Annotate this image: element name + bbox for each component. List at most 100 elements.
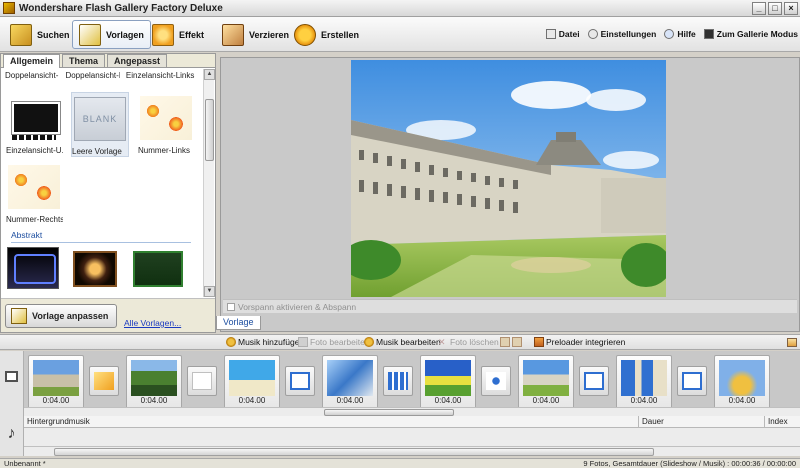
main-toolbar: Suchen Vorlagen Effekt Verzieren Erstell… [0, 17, 800, 52]
tab-angepasst[interactable]: Angepasst [107, 54, 168, 67]
column-hintergrundmusik[interactable]: Hintergrundmusik [27, 417, 90, 426]
music-scrollbar[interactable] [24, 446, 800, 456]
template-label: Einzelansicht-Links [125, 71, 195, 80]
music-track-header: Hintergrundmusik Dauer Index [24, 416, 800, 428]
nav-verzieren-button[interactable]: Verzieren [216, 20, 295, 49]
slide-image [425, 360, 471, 396]
minimize-button[interactable]: _ [752, 2, 766, 15]
transition-tile[interactable] [187, 366, 217, 396]
einstellungen-menu[interactable]: Einstellungen [587, 29, 657, 39]
slide-duration: 0:04.00 [140, 396, 168, 405]
slide-thumbnail[interactable]: 0:04.00 [714, 355, 770, 410]
close-button[interactable]: × [784, 2, 798, 15]
nav-verzieren-label: Verzieren [249, 29, 290, 40]
slide-thumbnail[interactable]: 0:04.00 [126, 355, 182, 410]
preloader-icon [534, 337, 544, 347]
transition-tile[interactable] [89, 366, 119, 396]
einstellungen-label: Einstellungen [600, 29, 657, 39]
edit-music-label: Musik bearbeiten [376, 337, 441, 347]
decorate-icon [222, 23, 244, 46]
window-controls: _ □ × [752, 2, 798, 15]
datei-menu[interactable]: Datei [545, 29, 580, 39]
template-edit-icon [11, 308, 27, 324]
template-thumbnail [140, 96, 192, 140]
music-add-icon [226, 337, 236, 347]
preview-panel: Vorspann aktivieren & Abspann [220, 57, 800, 332]
template-caption: Nummer-Links [138, 146, 191, 155]
slide-image [327, 360, 373, 396]
hilfe-menu[interactable]: Hilfe [664, 29, 696, 39]
nav-suchen-button[interactable]: Suchen [4, 20, 76, 49]
tab-vorlage[interactable]: Vorlage [216, 316, 261, 330]
template-item-leere-vorlage[interactable]: BLANK Leere Vorlage [71, 92, 129, 157]
slide-image [719, 360, 765, 396]
scroll-down-arrow-icon[interactable]: ▼ [204, 286, 215, 297]
rotate-right-icon[interactable] [512, 337, 522, 347]
transition-tile[interactable] [383, 366, 413, 396]
scrollbar-thumb[interactable] [54, 448, 654, 456]
slide-thumbnail[interactable]: 0:04.00 [616, 355, 672, 410]
slide-duration: 0:04.00 [336, 396, 364, 405]
slide-duration: 0:04.00 [728, 396, 756, 405]
photo-edit-icon [298, 337, 308, 347]
filmstrip-scrollbar[interactable] [24, 407, 800, 416]
help-icon [664, 29, 675, 39]
gallery-mode-button[interactable]: Zum Gallerie Modus [703, 29, 798, 39]
column-dauer[interactable]: Dauer [642, 417, 664, 426]
section-heading-abstrakt: Abstrakt [11, 230, 43, 240]
rotate-buttons[interactable] [500, 337, 522, 347]
template-row [1, 247, 203, 289]
tab-thema[interactable]: Thema [62, 54, 106, 67]
slide-thumbnail[interactable]: 0:04.00 [518, 355, 574, 410]
template-scrollbar[interactable]: ▲ ▼ [203, 69, 215, 297]
delete-photo-button[interactable]: ✕ Foto löschen [438, 337, 499, 347]
nav-erstellen-label: Erstellen [321, 29, 360, 40]
preview-photo [351, 60, 666, 297]
all-templates-link[interactable]: Alle Vorlagen... [124, 318, 181, 328]
app-icon [3, 2, 15, 14]
edit-photo-button[interactable]: Foto bearbeiten [298, 337, 370, 347]
slide-thumbnail[interactable]: 0:04.00 [28, 355, 84, 410]
scrollbar-thumb[interactable] [205, 99, 214, 161]
slide-thumbnail[interactable]: 0:04.00 [420, 355, 476, 410]
transition-tile[interactable] [285, 366, 315, 396]
transition-tile[interactable] [481, 366, 511, 396]
intro-outro-label: Vorspann aktivieren & Abspann [238, 301, 357, 312]
template-caption: Nummer-Rechts [6, 215, 63, 224]
slide-thumbnail[interactable]: 0:04.00 [224, 355, 280, 410]
edit-music-button[interactable]: Musik bearbeiten [364, 337, 441, 347]
rotate-left-icon[interactable] [500, 337, 510, 347]
transition-icon [94, 372, 114, 390]
slide-thumbnail[interactable]: 0:04.00 [322, 355, 378, 410]
scrollbar-thumb[interactable] [324, 409, 454, 416]
file-icon [545, 29, 556, 39]
template-item-abstract[interactable] [69, 247, 121, 289]
expand-icon[interactable] [787, 338, 797, 347]
transition-icon [682, 372, 702, 390]
column-index[interactable]: Index [768, 417, 788, 426]
slide-duration: 0:04.00 [532, 396, 560, 405]
nav-vorlagen-button[interactable]: Vorlagen [72, 20, 151, 49]
template-item-nummer-rechts[interactable]: Nummer-Rechts [5, 161, 63, 224]
preloader-button[interactable]: Preloader integrieren [534, 337, 625, 347]
template-item-nummer-links[interactable]: Nummer-Links [137, 92, 195, 157]
transition-tile[interactable] [677, 366, 707, 396]
maximize-button[interactable]: □ [768, 2, 782, 15]
vorlage-anpassen-button[interactable]: Vorlage anpassen [5, 304, 117, 328]
template-tabs: Allgemein Thema Angepasst [1, 54, 215, 68]
transition-tile[interactable] [579, 366, 609, 396]
nav-erstellen-button[interactable]: Erstellen [288, 20, 365, 49]
template-item-abstract[interactable] [7, 247, 59, 289]
filmstrip: 0:04.00 0:04.00 0:04.00 0:04.00 0:04.00 … [0, 351, 800, 416]
nav-effekt-button[interactable]: Effekt [146, 20, 210, 49]
template-item-einzelansicht-u[interactable]: Einzelansicht-U... [5, 92, 63, 157]
transition-icon [584, 372, 604, 390]
slide-duration: 0:04.00 [630, 396, 658, 405]
template-item-abstract[interactable] [131, 247, 183, 289]
template-row: Einzelansicht-U... BLANK Leere Vorlage N… [1, 80, 203, 157]
add-music-button[interactable]: Musik hinzufügen [226, 337, 304, 347]
tab-allgemein[interactable]: Allgemein [3, 54, 61, 68]
intro-outro-checkbox[interactable] [227, 302, 235, 311]
music-edit-icon [364, 337, 374, 347]
scroll-up-arrow-icon[interactable]: ▲ [204, 69, 215, 80]
